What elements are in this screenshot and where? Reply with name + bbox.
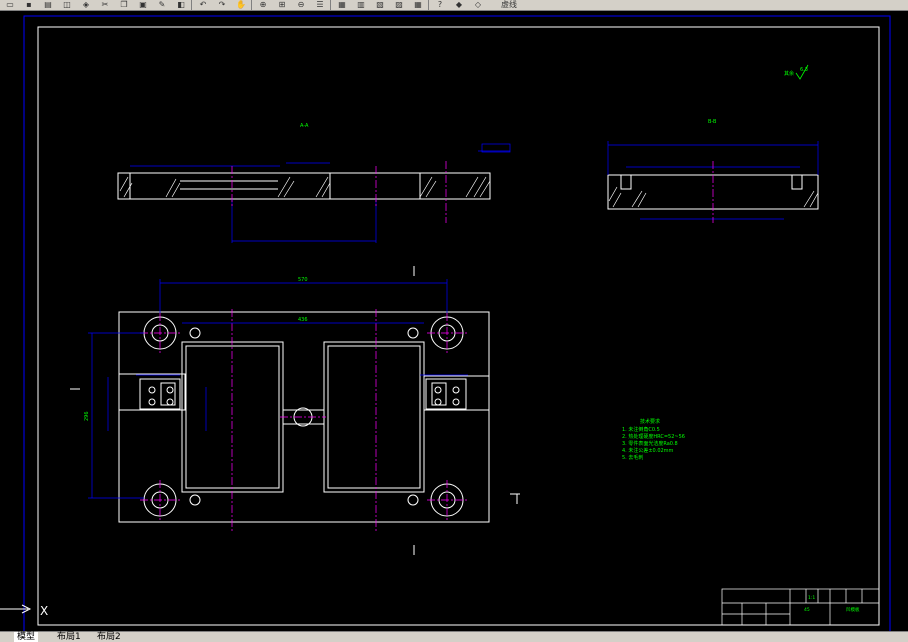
dim-inner-width: 436 bbox=[298, 317, 308, 323]
dim-top-width: 570 bbox=[298, 277, 308, 283]
properties-icon[interactable]: ☰ bbox=[314, 0, 326, 9]
preview-icon[interactable]: ◫ bbox=[61, 0, 73, 9]
publish-icon[interactable]: ◈ bbox=[80, 0, 92, 9]
copy-icon[interactable]: ❐ bbox=[118, 0, 130, 9]
title-block bbox=[721, 588, 880, 626]
section-a-dims bbox=[130, 143, 511, 243]
roughness-label: 其余 bbox=[784, 70, 794, 77]
zoom-realtime-icon[interactable]: ⊕ bbox=[257, 0, 269, 9]
dim-height: 296 bbox=[84, 411, 90, 421]
markup-icon[interactable]: ▨ bbox=[393, 0, 405, 9]
ucs-icon bbox=[0, 604, 32, 614]
ucs-x-label: X bbox=[40, 604, 48, 618]
toolbar-separator bbox=[428, 0, 429, 10]
open-file-icon[interactable]: ▭ bbox=[4, 0, 16, 9]
title-block-name: 凹模板 bbox=[846, 606, 860, 613]
block-editor-icon[interactable]: ◧ bbox=[175, 0, 187, 9]
section-a-view bbox=[117, 172, 491, 200]
help-icon[interactable]: ? bbox=[434, 0, 446, 9]
zoom-window-icon[interactable]: ⊞ bbox=[276, 0, 288, 9]
layer-manager-icon[interactable]: ◆ bbox=[453, 0, 465, 9]
section-a-centerlines bbox=[231, 161, 447, 223]
outer-frame bbox=[23, 15, 891, 631]
toolbar-separator bbox=[330, 0, 331, 10]
layout-tabs: 模型 布局1 布局2 bbox=[0, 631, 908, 642]
section-a-label: A-A bbox=[300, 123, 309, 129]
undo-icon[interactable]: ↶ bbox=[197, 0, 209, 9]
layer-dropdown[interactable]: 虚线 bbox=[501, 0, 541, 9]
match-prop-icon[interactable]: ✎ bbox=[156, 0, 168, 9]
title-block-scale: 1:1 bbox=[808, 595, 815, 601]
drawing-canvas[interactable]: A-A B-B 其余 6.3 570 436 296 技术要求 1. 未注倒角C… bbox=[0, 11, 908, 631]
cut-icon[interactable]: ✂ bbox=[99, 0, 111, 9]
tech-req-line-2: 2. 热处理硬度HRC=52~56 bbox=[622, 433, 685, 440]
section-b-label: B-B bbox=[708, 119, 717, 125]
pan-icon[interactable]: ✋ bbox=[235, 0, 247, 9]
paste-icon[interactable]: ▣ bbox=[137, 0, 149, 9]
design-center-icon[interactable]: ▦ bbox=[336, 0, 348, 9]
section-b-hatch bbox=[608, 186, 819, 208]
redo-icon[interactable]: ↷ bbox=[216, 0, 228, 9]
title-block-material: 45 bbox=[804, 607, 810, 613]
drawing-svg: A-A B-B 其余 6.3 570 436 296 技术要求 1. 未注倒角C… bbox=[0, 15, 891, 631]
tech-req-line-5: 5. 去毛刺 bbox=[622, 454, 643, 461]
print-icon[interactable]: ▤ bbox=[42, 0, 54, 9]
tech-req-title: 技术要求 bbox=[640, 418, 660, 425]
zoom-previous-icon[interactable]: ⊖ bbox=[295, 0, 307, 9]
tool-palettes-icon[interactable]: ▥ bbox=[355, 0, 367, 9]
standard-toolbar: ▭ ▪ ▤ ◫ ◈ ✂ ❐ ▣ ✎ ◧ ↶ ↷ ✋ ⊕ ⊞ ⊖ ☰ ▦ ▥ ▧ ▨ ▦? ◆ ◇ 虚线 bbox=[0, 0, 908, 11]
toolbar-separator bbox=[251, 0, 252, 10]
tech-req-line-4: 4. 未注公差±0.02mm bbox=[622, 447, 674, 454]
calculator-icon[interactable]: ▦ bbox=[412, 0, 424, 9]
tech-req-line-1: 1. 未注倒角C0.5 bbox=[622, 426, 660, 433]
tech-req-line-3: 3. 零件表面光洁度Ra0.8 bbox=[622, 440, 678, 447]
layer-state-icon[interactable]: ◇ bbox=[472, 0, 484, 9]
sheet-set-icon[interactable]: ▧ bbox=[374, 0, 386, 9]
toolbar-separator bbox=[191, 0, 192, 10]
tech-requirements: 技术要求 1. 未注倒角C0.5 2. 热处理硬度HRC=52~56 3. 零件… bbox=[622, 418, 685, 461]
section-a-hatch bbox=[119, 176, 491, 198]
save-icon[interactable]: ▪ bbox=[23, 0, 35, 9]
